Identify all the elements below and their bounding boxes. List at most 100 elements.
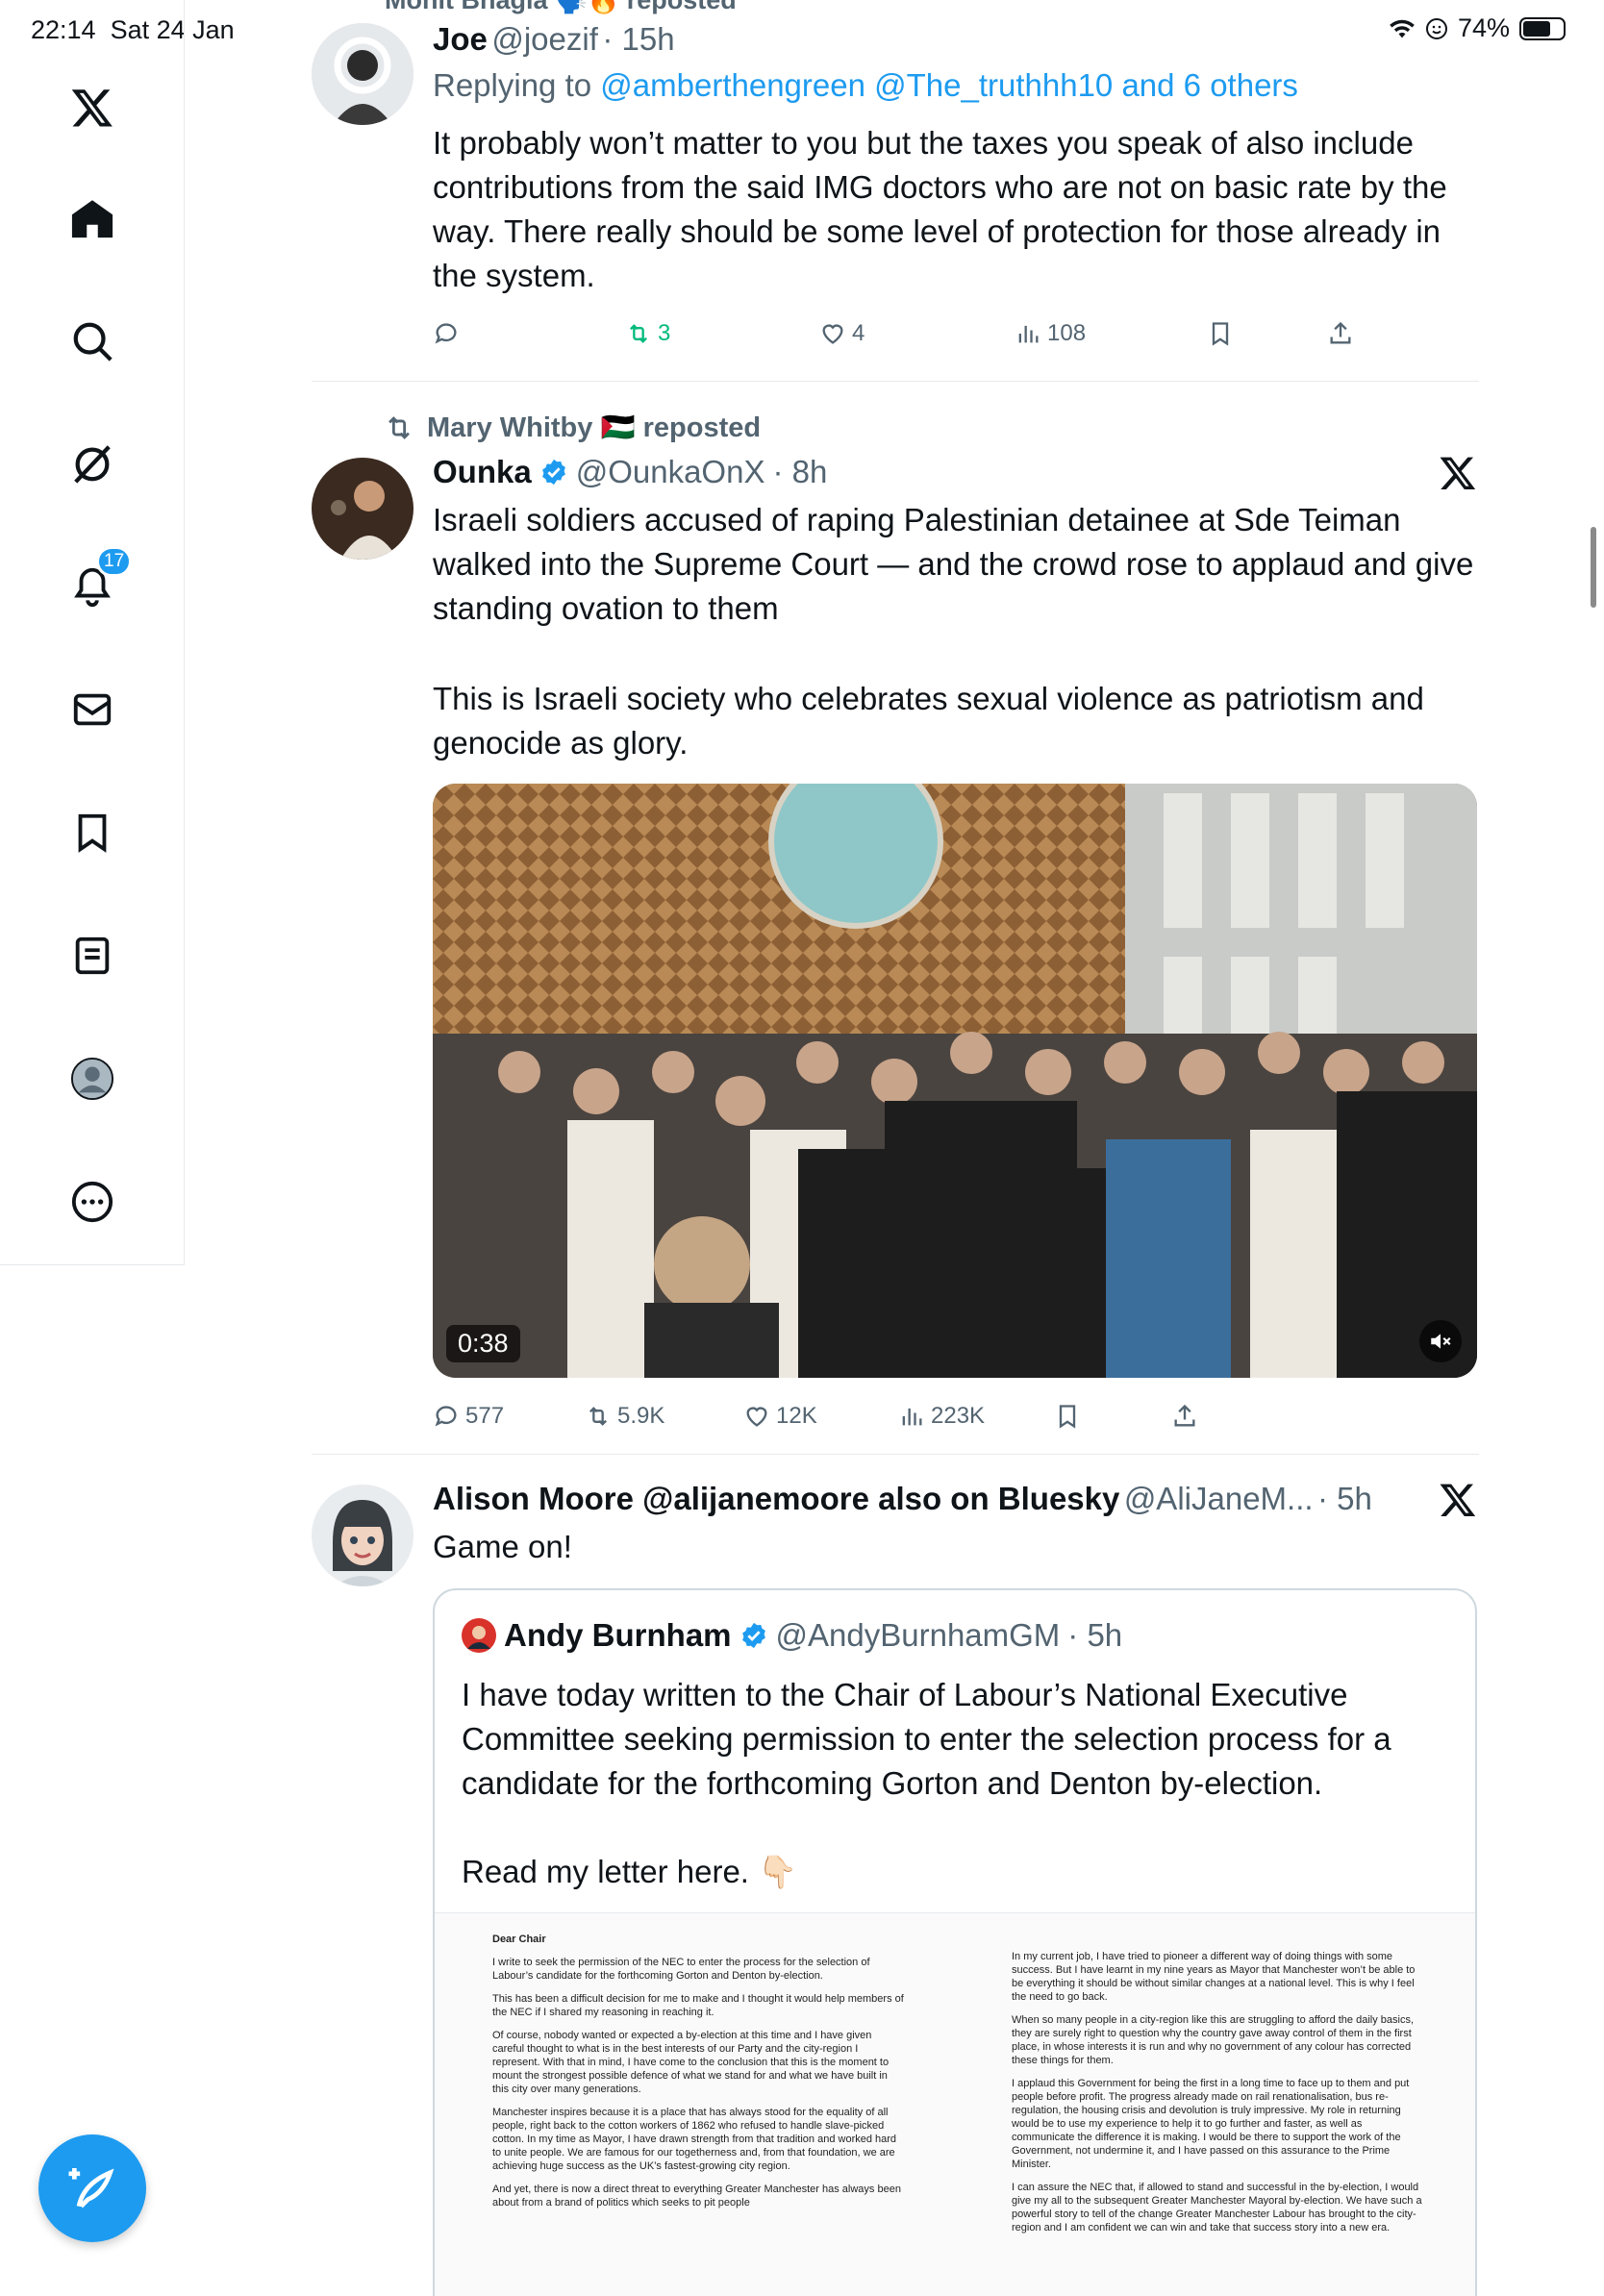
views-button[interactable]: 223K: [898, 1403, 985, 1430]
letter-paragraph: I applaud this Government for being the …: [1012, 2078, 1410, 2170]
quote-author-name[interactable]: Andy Burnham: [504, 1617, 732, 1654]
avatar[interactable]: [312, 23, 414, 125]
avatar[interactable]: [312, 1485, 414, 1586]
tweet-actions: 577 5.9K 12K 223K: [433, 1397, 1356, 1435]
quote-author-handle[interactable]: @AndyBurnhamGM: [776, 1617, 1061, 1654]
nav-grok[interactable]: [63, 435, 121, 492]
retweet-icon: [630, 324, 647, 343]
compose-icon: [68, 2168, 114, 2209]
bookmark-button[interactable]: [1054, 1403, 1081, 1430]
reply-prefix: Replying to: [433, 67, 592, 103]
author-handle[interactable]: @AliJaneM...: [1124, 1481, 1314, 1516]
letter-paragraph: This has been a difficult decision for m…: [492, 1993, 904, 2018]
reply-button[interactable]: [433, 320, 460, 347]
tweet-text-2: This is Israeli society who celebrates s…: [433, 681, 1424, 761]
reply-count: 577: [465, 1403, 505, 1429]
tweet-text: It probably won’t matter to you but the …: [433, 125, 1447, 293]
views-count: 108: [1047, 320, 1087, 346]
home-icon: [71, 200, 113, 238]
focus-icon: [1425, 17, 1447, 39]
tweet-video[interactable]: 0:38: [433, 784, 1477, 1378]
share-button[interactable]: [1327, 320, 1354, 347]
like-button[interactable]: 4: [819, 320, 865, 347]
mute-button[interactable]: [1419, 1320, 1462, 1362]
tweet-time: · 15h: [602, 21, 675, 57]
battery-percent: 74%: [1457, 13, 1510, 42]
share-icon: [1330, 321, 1351, 344]
x-logo-icon[interactable]: [1439, 1481, 1477, 1519]
verified-icon: [541, 459, 565, 486]
author-handle[interactable]: @OunkaOnX: [576, 454, 765, 490]
divider: [312, 381, 1479, 382]
bookmark-icon: [1212, 322, 1229, 346]
letter-paragraph: Of course, nobody wanted or expected a b…: [492, 2030, 890, 2095]
letter-paragraph: I write to seek the permission of the NE…: [492, 1957, 870, 1982]
retweet-button[interactable]: 3: [625, 320, 670, 347]
nav-messages[interactable]: [63, 681, 121, 738]
retweet-count: 3: [658, 320, 671, 346]
more-icon: [71, 1181, 113, 1223]
mute-icon: [1431, 1334, 1451, 1349]
like-button[interactable]: 12K: [743, 1403, 817, 1430]
author-name[interactable]: Alison Moore @alijanemoore also on Blues…: [433, 1481, 1119, 1516]
views-button[interactable]: 108: [1015, 320, 1086, 347]
bookmark-icon: [78, 813, 107, 853]
views-icon: [1018, 325, 1039, 343]
like-count: 4: [852, 320, 865, 346]
tweet-text: Israeli soldiers accused of raping Pales…: [433, 502, 1474, 626]
lists-icon: [75, 936, 110, 975]
scrollbar[interactable]: [1591, 527, 1596, 608]
letter-paragraph: In my current job, I have tried to pione…: [1012, 1951, 1416, 2003]
search-icon: [73, 322, 113, 362]
nav-more[interactable]: [63, 1173, 121, 1231]
verified-icon: [741, 1622, 765, 1649]
status-icons: 74%: [1389, 13, 1566, 43]
like-icon: [822, 324, 843, 344]
nav-lists[interactable]: [63, 927, 121, 985]
reply-button[interactable]: 577: [433, 1403, 504, 1430]
letter-right-column: In my current job, I have tried to pione…: [1012, 1950, 1425, 2244]
letter-paragraph: When so many people in a city-region lik…: [1012, 2014, 1415, 2066]
x-logo-icon[interactable]: [63, 79, 121, 137]
letter-paragraph: I can assure the NEC that, if allowed to…: [1012, 2182, 1422, 2234]
retweet-icon: [388, 416, 410, 439]
author-handle[interactable]: @joezif: [491, 21, 598, 57]
video-duration: 0:38: [446, 1325, 520, 1362]
mail-icon: [73, 693, 112, 726]
quote-text: I have today written to the Chair of Lab…: [462, 1677, 1391, 1801]
sidebar: 17: [0, 0, 185, 1265]
nav-notifications[interactable]: 17: [63, 546, 133, 615]
repost-line: Mohit Bhagia 🗣️🔥 reposted: [385, 0, 737, 14]
views-icon: [902, 1408, 922, 1426]
share-button[interactable]: [1171, 1403, 1198, 1430]
compose-button[interactable]: [38, 2134, 146, 2242]
author-name[interactable]: Joe: [433, 21, 488, 57]
author-name[interactable]: Ounka: [433, 454, 532, 490]
nav-search[interactable]: [63, 312, 121, 370]
views-count: 223K: [931, 1403, 986, 1429]
nav-home[interactable]: [63, 190, 121, 248]
reply-to-link[interactable]: @amberthengreen @The_truthhh10 and 6 oth…: [600, 67, 1298, 103]
avatar[interactable]: [312, 458, 414, 560]
x-logo-icon[interactable]: [1439, 454, 1477, 492]
bookmark-button[interactable]: [1207, 320, 1234, 347]
video-frame: [433, 784, 1477, 1378]
nav-bookmarks[interactable]: [63, 804, 121, 861]
battery-icon: [1519, 16, 1566, 40]
divider: [312, 1454, 1479, 1455]
like-icon: [746, 1407, 767, 1427]
like-count: 12K: [776, 1403, 817, 1429]
nav-profile[interactable]: [63, 1050, 121, 1108]
letter-paragraph: Manchester inspires because it is a plac…: [492, 2107, 897, 2172]
quoted-tweet[interactable]: Andy Burnham @AndyBurnhamGM · 5h I have …: [433, 1588, 1477, 2296]
letter-image[interactable]: Dear Chair I write to seek the permissio…: [435, 1912, 1475, 2296]
retweet-button[interactable]: 5.9K: [585, 1403, 664, 1430]
avatar[interactable]: [462, 1618, 496, 1653]
tweet-actions: 3 4 108: [433, 314, 1356, 353]
tweet-time: · 5h: [1317, 1481, 1372, 1516]
retweet-count: 5.9K: [617, 1403, 665, 1429]
profile-icon: [70, 1057, 114, 1101]
grok-icon: [74, 445, 111, 484]
quote-time: · 5h: [1067, 1617, 1123, 1653]
letter-left-column: Dear Chair I write to seek the permissio…: [492, 1933, 906, 2219]
